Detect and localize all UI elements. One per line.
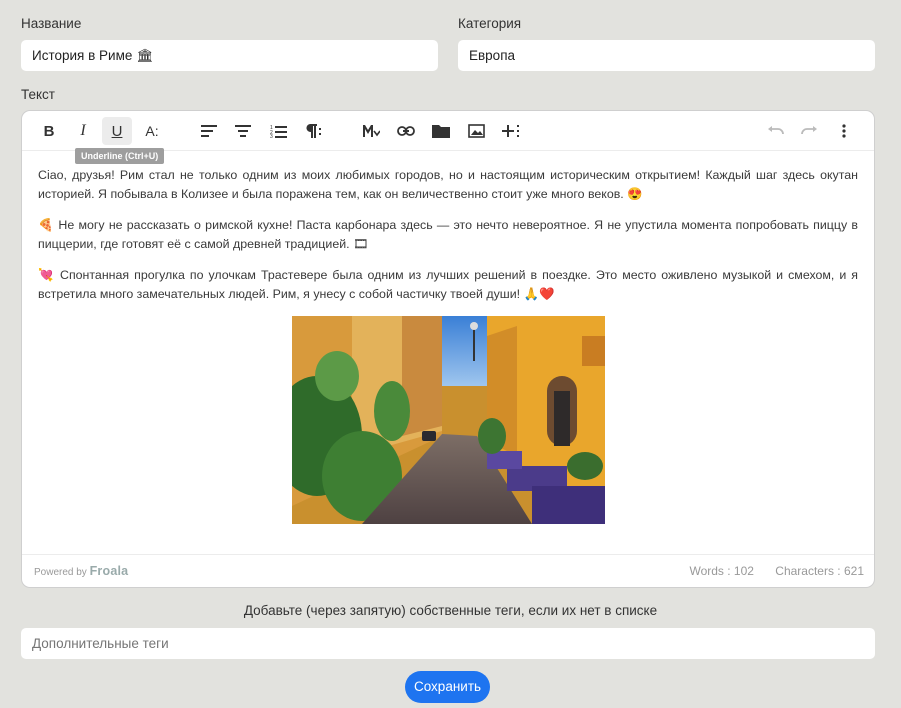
editor-content[interactable]: Ciao, друзья! Рим стал не только одним и…: [38, 166, 858, 316]
underline-tooltip: Underline (Ctrl+U): [75, 148, 165, 164]
category-select[interactable]: Европа: [458, 40, 875, 71]
insert-file-button[interactable]: [426, 117, 456, 145]
align-center-button[interactable]: [228, 117, 258, 145]
align-left-icon: [201, 125, 217, 137]
more-options-button[interactable]: [829, 117, 859, 145]
paragraph-3: 💘 Спонтанная прогулка по улочкам Трастев…: [38, 268, 858, 301]
redo-icon: [800, 126, 817, 135]
link-icon: [397, 126, 415, 136]
plus-more-icon: [502, 125, 519, 137]
more-vertical-icon: [842, 124, 846, 138]
extra-tags-input[interactable]: [21, 628, 875, 659]
svg-text:3: 3: [270, 134, 273, 138]
powered-by-label: Powered by Froala: [34, 564, 128, 578]
text-label: Текст: [21, 87, 55, 102]
froala-logo[interactable]: Froala: [90, 564, 129, 578]
italic-icon: I: [80, 122, 86, 139]
italic-button[interactable]: I: [68, 117, 98, 145]
image-icon: [467, 124, 485, 138]
markdown-icon: [363, 125, 380, 137]
paragraph-1: Ciao, друзья! Рим стал не только одним и…: [38, 168, 858, 201]
editor-counters: Words : 102 Characters : 621: [689, 564, 864, 578]
title-field[interactable]: История в Риме 🏛: [21, 40, 438, 71]
bold-icon: B: [43, 122, 55, 140]
undo-icon: [767, 126, 784, 135]
folder-icon: [432, 125, 450, 138]
editor-footer: Powered by Froala Words : 102 Characters…: [22, 554, 874, 587]
editor-toolbar: B I U A: 123: [22, 111, 874, 151]
rich-text-editor: B I U A: 123 Ciao, друзья! Рим стал не т…: [21, 110, 875, 588]
category-label: Категория: [458, 16, 522, 31]
powered-by-text: Powered by: [34, 567, 87, 578]
paragraph-icon: [305, 124, 321, 138]
underline-icon: U: [111, 122, 123, 140]
redo-button[interactable]: [794, 117, 824, 145]
character-count: Characters : 621: [775, 564, 864, 578]
more-insert-button[interactable]: [496, 117, 526, 145]
ordered-list-button[interactable]: 123: [263, 117, 293, 145]
save-button[interactable]: Сохранить: [405, 671, 490, 703]
content-image[interactable]: [292, 316, 605, 524]
insert-link-button[interactable]: [391, 117, 421, 145]
title-label: Название: [21, 16, 82, 31]
align-center-icon: [235, 125, 251, 137]
align-left-button[interactable]: [194, 117, 224, 145]
font-size-icon: A:: [145, 123, 159, 139]
word-count: Words : 102: [689, 564, 754, 578]
font-size-button[interactable]: A:: [137, 117, 167, 145]
bold-button[interactable]: B: [34, 117, 64, 145]
tags-hint: Добавьте (через запятую) собственные тег…: [243, 603, 658, 618]
paragraph-format-button[interactable]: [298, 117, 328, 145]
undo-button[interactable]: [760, 117, 790, 145]
insert-image-button[interactable]: [461, 117, 491, 145]
markdown-button[interactable]: [356, 117, 386, 145]
paragraph-2: 🍕 Не могу не рассказать о римской кухне!…: [38, 218, 858, 251]
ordered-list-icon: 123: [270, 125, 287, 138]
rome-street-photo: [292, 316, 605, 524]
underline-button[interactable]: U: [102, 117, 132, 145]
